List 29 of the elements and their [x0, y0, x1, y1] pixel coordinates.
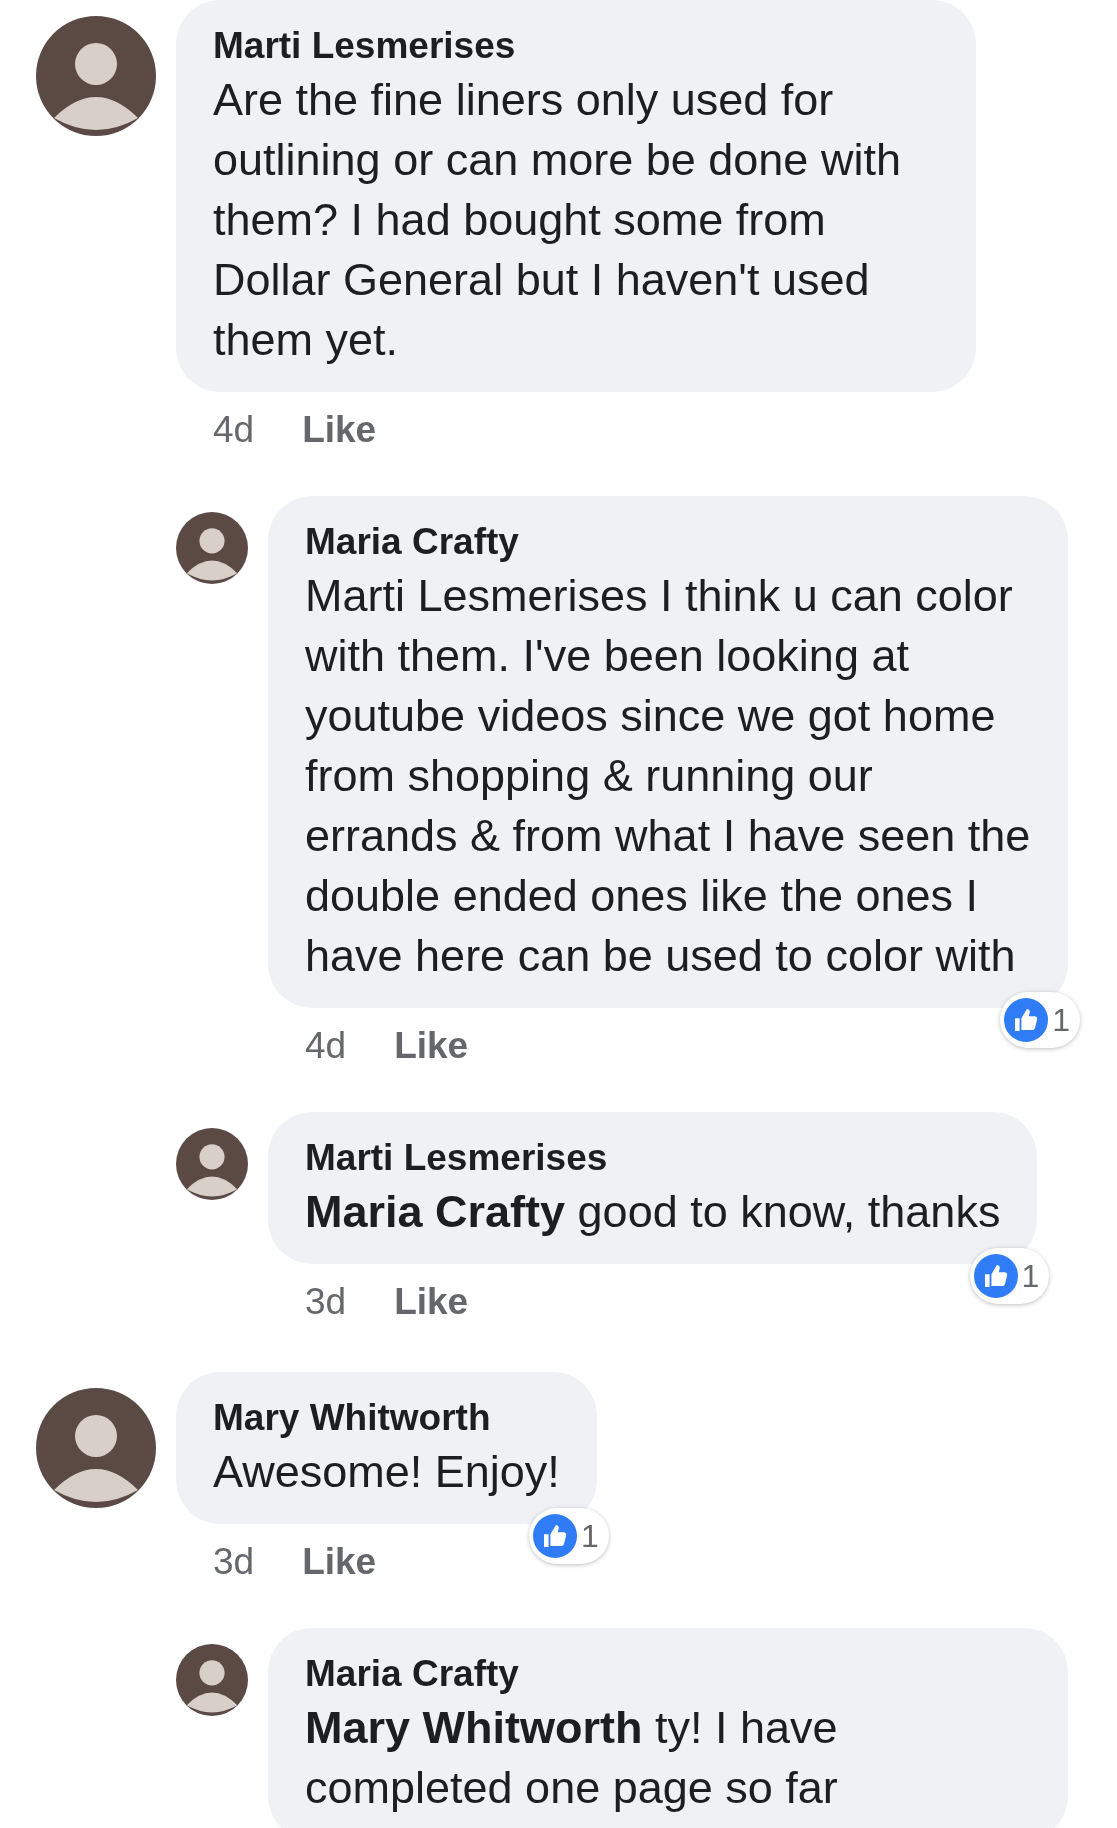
avatar[interactable] — [176, 512, 248, 584]
comment-text: Maria Crafty good to know, thanks — [305, 1185, 1001, 1239]
comment-text: Mary Whitworth ty! I have completed one page so far — [305, 1701, 839, 1815]
comment-text: Are the fine liners only used for outlining or can more be done with them? I had bought some from Dollar General but I haven't used them yet. — [213, 73, 902, 367]
timestamp: 3d — [213, 1540, 255, 1585]
like-link[interactable]: Like — [302, 402, 377, 458]
thumbs-up-icon — [973, 1254, 1018, 1298]
reaction-badge[interactable]: 1 — [529, 1508, 609, 1564]
author-name[interactable]: Marti Lesmerises — [213, 22, 939, 70]
reaction-badge[interactable]: 1 — [969, 1248, 1050, 1304]
like-link[interactable]: Like — [394, 1274, 469, 1330]
author-name[interactable]: Maria Crafty — [305, 518, 1031, 566]
avatar[interactable] — [176, 1644, 248, 1716]
comment-text: Awesome! Enjoy! — [213, 1445, 560, 1499]
timestamp: 4d — [213, 408, 255, 453]
avatar[interactable] — [36, 1388, 156, 1508]
timestamp: 4d — [305, 1024, 347, 1069]
avatar[interactable] — [176, 1128, 248, 1200]
comment-text: Marti Lesmerises I think u can color with them. I've been looking at youtube videos since we got home from shopping & running our errands & from what I have seen the double ended ones like the ones I have here can be used to color with — [305, 569, 1031, 983]
author-name[interactable]: Marti Lesmerises — [305, 1134, 1001, 1182]
avatar[interactable] — [36, 16, 156, 136]
like-link[interactable]: Like — [302, 1534, 377, 1590]
timestamp: 3d — [305, 1280, 347, 1325]
thumbs-up-icon — [533, 1514, 578, 1558]
like-link[interactable]: Like — [394, 1018, 469, 1074]
reaction-badge[interactable]: 1 — [1000, 992, 1080, 1048]
thumbs-up-icon — [1004, 998, 1049, 1042]
author-name[interactable]: Mary Whitworth — [213, 1394, 560, 1442]
author-name[interactable]: Maria Crafty — [305, 1650, 1031, 1698]
